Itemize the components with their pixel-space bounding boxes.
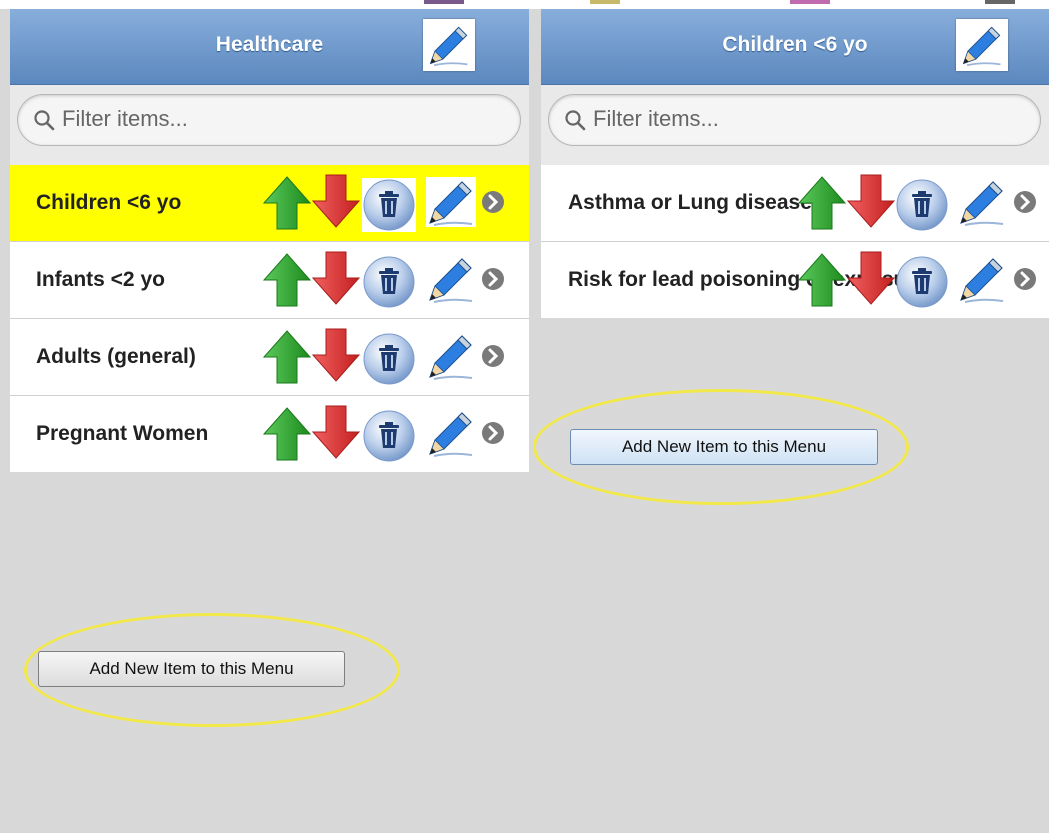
- up-arrow-icon[interactable]: [262, 252, 312, 308]
- trash-icon[interactable]: [362, 332, 416, 386]
- list-item-label: Pregnant Women: [36, 422, 209, 445]
- pencil-icon: [960, 23, 1004, 67]
- list-item[interactable]: Children <6 yo: [10, 165, 529, 241]
- search-box[interactable]: [17, 94, 521, 146]
- list-item[interactable]: Infants <2 yo: [10, 241, 529, 318]
- chevron-right-icon[interactable]: [482, 345, 504, 367]
- trash-icon[interactable]: [895, 178, 949, 232]
- down-arrow-icon[interactable]: [311, 173, 361, 229]
- trash-icon[interactable]: [895, 255, 949, 309]
- pencil-icon[interactable]: [957, 254, 1007, 304]
- pencil-icon[interactable]: [426, 177, 476, 227]
- trash-icon[interactable]: [362, 409, 416, 463]
- search-icon: [33, 109, 55, 131]
- item-list: Children <6 yo Infants <2 yo Adults (gen…: [10, 165, 529, 472]
- edit-title-button[interactable]: [423, 19, 475, 71]
- panel-header: Children <6 yo: [541, 9, 1049, 85]
- panel-header: Healthcare: [10, 9, 529, 85]
- up-arrow-icon[interactable]: [797, 175, 847, 231]
- add-new-item-button[interactable]: Add New Item to this Menu: [570, 429, 878, 465]
- up-arrow-icon[interactable]: [262, 175, 312, 231]
- list-item[interactable]: Adults (general): [10, 318, 529, 395]
- down-arrow-icon[interactable]: [846, 173, 896, 229]
- pencil-icon: [427, 23, 471, 67]
- edit-title-button[interactable]: [956, 19, 1008, 71]
- chevron-right-icon[interactable]: [482, 268, 504, 290]
- children-panel: Children <6 yo Asthma or Lung disease Ri…: [533, 9, 1049, 833]
- list-item[interactable]: Pregnant Women: [10, 395, 529, 472]
- healthcare-panel: Healthcare Children <6 yo Infants <2 yo: [10, 9, 529, 833]
- down-arrow-icon[interactable]: [846, 250, 896, 306]
- list-item[interactable]: Asthma or Lung disease: [541, 165, 1049, 241]
- top-strip-fragment: [790, 0, 830, 4]
- chevron-right-icon[interactable]: [1014, 268, 1036, 290]
- list-item-label: Infants <2 yo: [36, 268, 165, 291]
- list-item-label: Adults (general): [36, 345, 196, 368]
- up-arrow-icon[interactable]: [262, 406, 312, 462]
- list-item-label: Asthma or Lung disease: [568, 191, 812, 214]
- filter-bar: [10, 85, 529, 165]
- filter-bar: [541, 85, 1049, 165]
- search-input[interactable]: [62, 104, 442, 134]
- add-new-item-button[interactable]: Add New Item to this Menu: [38, 651, 345, 687]
- top-strip-fragment: [424, 0, 464, 4]
- pencil-icon[interactable]: [957, 177, 1007, 227]
- top-strip-fragment: [590, 0, 620, 4]
- trash-icon[interactable]: [362, 178, 416, 232]
- list-item[interactable]: Risk for lead poisoning or exposure: [541, 241, 1049, 318]
- up-arrow-icon[interactable]: [797, 252, 847, 308]
- down-arrow-icon[interactable]: [311, 250, 361, 306]
- pencil-icon[interactable]: [426, 331, 476, 381]
- top-strip-fragment: [985, 0, 1015, 4]
- chevron-right-icon[interactable]: [482, 422, 504, 444]
- pencil-icon[interactable]: [426, 408, 476, 458]
- chevron-right-icon[interactable]: [1014, 191, 1036, 213]
- item-list: Asthma or Lung disease Risk for lead poi…: [541, 165, 1049, 318]
- down-arrow-icon[interactable]: [311, 404, 361, 460]
- down-arrow-icon[interactable]: [311, 327, 361, 383]
- trash-icon[interactable]: [362, 255, 416, 309]
- up-arrow-icon[interactable]: [262, 329, 312, 385]
- chevron-right-icon[interactable]: [482, 191, 504, 213]
- search-box[interactable]: [548, 94, 1041, 146]
- search-icon: [564, 109, 586, 131]
- top-strip: [0, 0, 1049, 9]
- list-item-label: Children <6 yo: [36, 191, 182, 214]
- pencil-icon[interactable]: [426, 254, 476, 304]
- search-input[interactable]: [593, 104, 973, 134]
